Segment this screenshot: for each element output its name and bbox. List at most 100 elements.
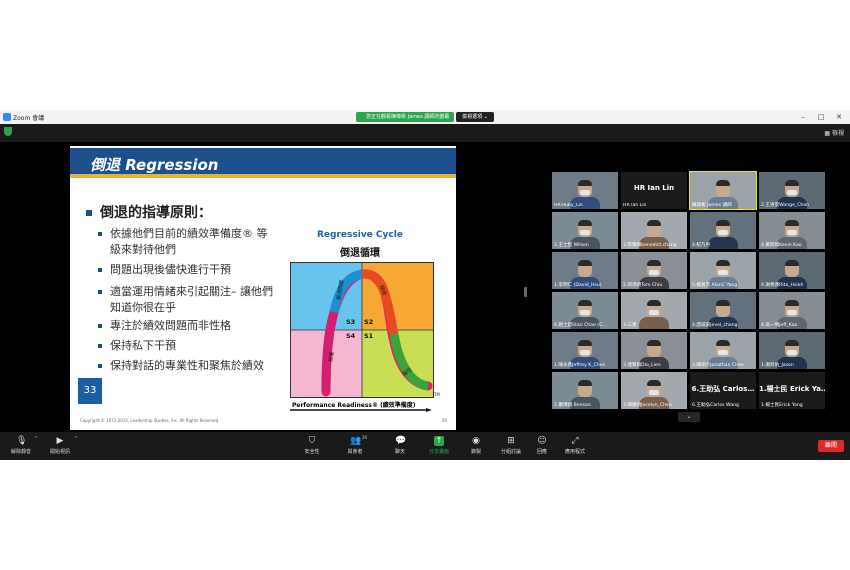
participant-tile[interactable]: 2.王士堅 Wilson <box>552 212 618 249</box>
participant-tile[interactable]: 4.高一鳴Jeff_Kao <box>759 292 825 329</box>
participant-name-label: 2.王清雲Wonge_Chen <box>761 203 810 208</box>
participant-tile[interactable]: 6.趙士超Stan Chao (C… <box>552 292 618 329</box>
record-label: 錄製 <box>470 449 481 455</box>
security-label: 安全性 <box>304 449 320 455</box>
participant-name-label: 1.謝昇佑_Jason <box>761 363 794 368</box>
participant-name-label: 3.連敬翰Dio_Lien <box>623 363 661 368</box>
apps-button[interactable]: ⤢ 應用程式 <box>562 434 588 458</box>
participants-label: 與會者 <box>347 449 363 455</box>
slide-number-badge: 33 <box>78 378 102 404</box>
bullet-text: 依據他們目前的績效準備度® 等級來對待他們 <box>110 227 268 256</box>
participant-tile[interactable]: 4.謝秀蓮Rita_Hsieh <box>759 252 825 289</box>
breakout-rooms-button[interactable]: ⊞ 分組討論 <box>498 434 524 458</box>
bullet-item: 專注於績效問題而非性格 <box>98 318 278 334</box>
close-icon[interactable]: ✕ <box>834 112 844 122</box>
app-title: Zoom 會議 <box>13 115 45 122</box>
participant-tile[interactable]: 2.王清雲Wonge_Chen <box>759 172 825 209</box>
participant-tile[interactable]: 1.陳永鑫Jeffrey K_Chen <box>552 332 618 369</box>
participant-tile[interactable]: 1.李明仁 (David_Hsu) <box>552 252 618 289</box>
participant-hair <box>716 220 730 226</box>
participant-hair <box>578 380 592 386</box>
participant-tile[interactable]: HR Ian Lin HR Ian Lin <box>621 172 687 209</box>
participant-body <box>708 237 738 249</box>
split-view-handle[interactable] <box>524 287 527 297</box>
bullet-text: 問題出現後儘快進行干預 <box>110 263 231 276</box>
participant-display-name: HR Ian Lin <box>633 184 675 192</box>
participant-name-label: 1.李明仁 (David_Hsu) <box>554 283 602 288</box>
bullet-icon <box>98 290 102 294</box>
reactions-button[interactable]: ☺ 回應 <box>532 434 552 458</box>
participant-tile[interactable]: 4.邵威豪Jevel_chang <box>690 292 756 329</box>
chevron-down-icon[interactable]: ⌄ <box>678 412 700 422</box>
meeting-top-bar: ▦ 檢視 <box>0 124 850 142</box>
presentation-slide: 倒退 Regression 倒退的指導原則： 依據他們目前的績效準備度® 等級來… <box>70 146 456 430</box>
participant-tile[interactable]: 陳偉彬 James 講師 <box>689 171 757 210</box>
shared-screen: 倒退 Regression 倒退的指導原則： 依據他們目前的績效準備度® 等級來… <box>6 146 520 430</box>
meeting-toolbar: 🎙 解除靜音 ^ ▶ 開始視訊 ^ ⛉ 安全性 👥 與會者 26 💬 聊天 ↑ … <box>0 432 850 460</box>
participant-tile[interactable]: 4.紀乃男 <box>690 212 756 249</box>
participant-tile[interactable]: 3.陳翊介Jonathan Chen <box>690 332 756 369</box>
participant-tile[interactable]: 1.謝昇佑_Jason <box>759 332 825 369</box>
participant-tile[interactable]: 4.黃閎偉Kevin Kao <box>759 212 825 249</box>
participant-tile[interactable]: 5.楊富杰 AlanC Yang <box>690 252 756 289</box>
leave-button[interactable]: 離開 <box>818 440 844 452</box>
participant-name-label: 4.邵威豪Jevel_chang <box>692 323 738 328</box>
participant-hair <box>578 220 592 226</box>
participant-tile[interactable]: 3.陳雅偵Jocelyn_Chen <box>621 372 687 409</box>
participant-tile[interactable]: 3.張耀輝benedict chang <box>621 212 687 249</box>
trademark-mark: TM <box>434 392 440 397</box>
participant-name-label: 3.三重 <box>623 323 637 328</box>
participant-hair <box>785 180 799 186</box>
face-mask <box>787 350 797 355</box>
face-mask <box>787 230 797 235</box>
apps-label: 應用程式 <box>564 449 585 455</box>
start-video-button[interactable]: ▶ 開始視訊 ^ <box>46 434 78 458</box>
bullet-icon <box>98 364 102 368</box>
security-button[interactable]: ⛉ 安全性 <box>300 434 324 458</box>
view-label: 檢視 <box>831 130 844 137</box>
view-button[interactable]: ▦ 檢視 <box>824 128 844 137</box>
participant-tile[interactable]: 3.連敬翰Dio_Lien <box>621 332 687 369</box>
zoom-window: Zoom 會議 您正在觀看陳偉彬 James 講師的螢幕 檢視選項 ⌄ – □ … <box>0 110 850 460</box>
unmute-label: 解除靜音 <box>10 449 31 455</box>
participant-tile[interactable]: 1.楊士民 Erick Ya… 1.楊士民Erick Yang <box>759 372 825 409</box>
unmute-button[interactable]: 🎙 解除靜音 ^ <box>8 434 38 458</box>
participants-button[interactable]: 👥 與會者 26 <box>342 434 368 458</box>
regressive-cycle-diagram: S3 S2 S4 S1 解決問題 諮詢 授權 指引 <box>290 262 434 398</box>
participant-tile[interactable]: 2.蕭博翔 Benson <box>552 372 618 409</box>
participant-name-label: 4.黃閎偉Kevin Kao <box>761 243 802 248</box>
zoom-logo-icon <box>3 113 11 121</box>
sharing-banner: 您正在觀看陳偉彬 James 講師的螢幕 <box>356 112 454 122</box>
participant-name-label: HR-Ruby_Lin <box>554 203 583 208</box>
caret-up-icon[interactable]: ^ <box>34 436 38 442</box>
face-mask <box>718 270 728 275</box>
participant-display-name: 1.楊士民 Erick Ya… <box>759 385 825 393</box>
video-off-icon: ▶ <box>56 436 64 446</box>
face-mask <box>649 310 659 315</box>
minimize-icon[interactable]: – <box>798 112 808 122</box>
participant-hair <box>647 300 661 306</box>
maximize-icon[interactable]: □ <box>816 112 826 122</box>
record-button[interactable]: ◉ 錄製 <box>466 434 486 458</box>
share-screen-button[interactable]: ↑ 分享畫面 <box>426 434 452 458</box>
participant-tile[interactable]: 6.王助弘 Carlos… 6.王助弘Carlos Wang <box>690 372 756 409</box>
bullet-item: 保持對話的專業性和聚焦於績效 <box>98 358 278 374</box>
heading-bullet-icon <box>86 210 92 216</box>
participant-name-label: 2.蕭博翔 Benson <box>554 403 591 408</box>
participant-name-label: 1.陳永鑫Jeffrey K_Chen <box>554 363 606 368</box>
bullet-item: 保持私下干預 <box>98 338 278 354</box>
smiley-icon: ☺ <box>537 436 547 446</box>
view-options-button[interactable]: 檢視選項 ⌄ <box>456 112 494 122</box>
participant-hair <box>785 260 799 266</box>
participant-tile[interactable]: 3.三重 <box>621 292 687 329</box>
chat-button[interactable]: 💬 聊天 <box>388 434 412 458</box>
caret-up-icon[interactable]: ^ <box>74 436 78 442</box>
participant-hair <box>716 180 730 186</box>
bullet-text: 專注於績效問題而非性格 <box>110 319 231 332</box>
face-mask <box>649 390 659 395</box>
participant-hair <box>647 340 661 346</box>
participant-tile[interactable]: HR-Ruby_Lin <box>552 172 618 209</box>
participant-tile[interactable]: 2.邱添德Tom Chiu <box>621 252 687 289</box>
participant-name-label: 4.紀乃男 <box>692 243 711 248</box>
shield-icon[interactable] <box>4 127 12 136</box>
